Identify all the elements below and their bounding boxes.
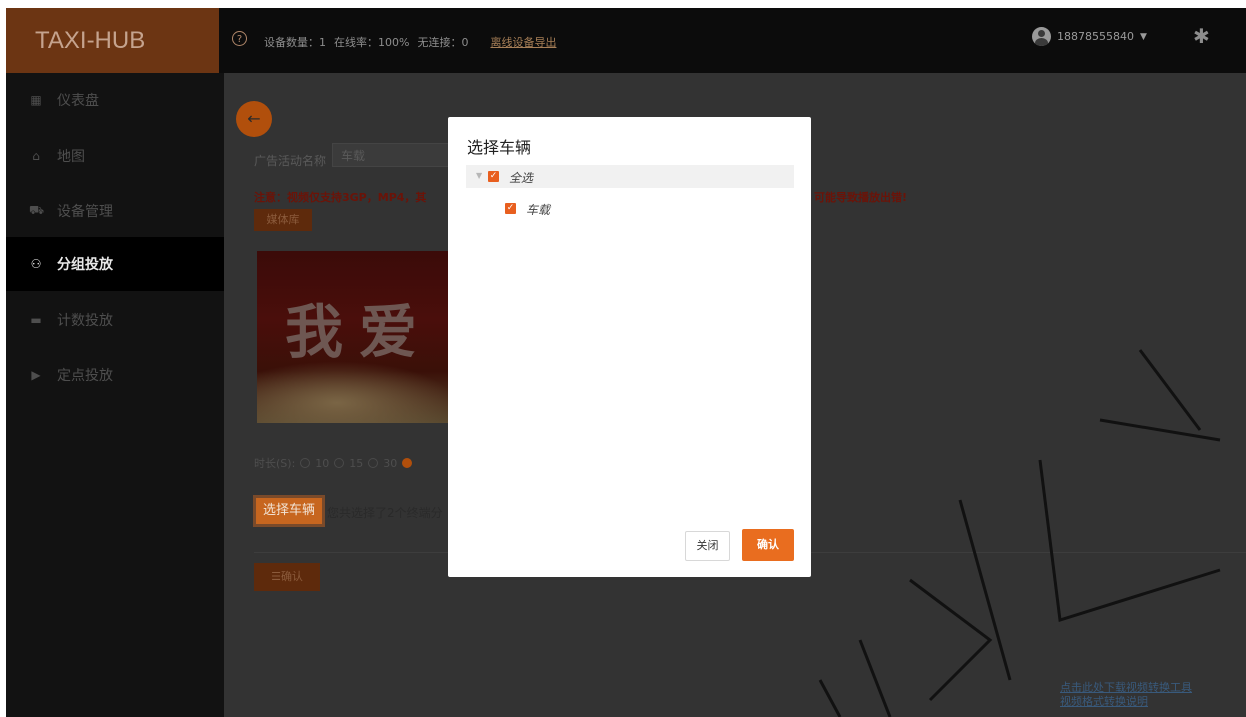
gear-icon[interactable]: ✱: [1193, 24, 1210, 48]
main-confirm-button[interactable]: ☰确认: [254, 563, 320, 591]
online-rate: 在线率：100%: [334, 36, 410, 49]
preview-decoration: [257, 361, 457, 423]
dashboard-icon: ▦: [30, 93, 42, 107]
selected-info: 您共选择了2个终端分: [327, 506, 443, 520]
select-all-label[interactable]: 全选: [509, 169, 533, 186]
duration-option-label: 15: [349, 456, 364, 470]
sidebar-item-fixed-point[interactable]: ▶ 定点投放: [6, 348, 224, 402]
format-notice: 注意：视频仅支持3GP，MP4，其: [254, 191, 427, 204]
sidebar-item-group-delivery[interactable]: ⚇ 分组投放: [6, 237, 224, 291]
duration-label: 时长(S):: [254, 457, 296, 470]
campaign-name-input[interactable]: 车载: [332, 143, 462, 167]
user-avatar-icon: [1032, 27, 1051, 46]
main-confirm-label: 确认: [280, 570, 303, 583]
format-notice-end: 可能导致播放出错!: [814, 191, 908, 204]
duration-radio-15[interactable]: [334, 458, 345, 468]
vehicle-group-label[interactable]: 车载: [526, 201, 550, 218]
group-icon: ⚇: [30, 257, 42, 271]
duration-options: 时长(S): 10 15 30: [254, 455, 413, 471]
sidebar-item-dashboard[interactable]: ▦ 仪表盘: [6, 73, 224, 127]
tree-collapse-icon[interactable]: ▼: [476, 171, 482, 180]
select-vehicle-button[interactable]: 选择车辆: [253, 495, 325, 527]
download-links: 点击此处下载视频转换工具 视频格式转换说明: [1060, 681, 1192, 709]
device-status: 设备数量：1 在线率：100% 无连接：0 离线设备导出: [264, 34, 556, 50]
video-preview: 我爱: [257, 251, 457, 423]
duration-radio-10[interactable]: [300, 458, 311, 468]
download-tool-link[interactable]: 点击此处下载视频转换工具: [1060, 681, 1192, 695]
no-connection-count: 无连接：0: [417, 36, 469, 49]
count-icon: ▬: [30, 313, 42, 327]
duration-option-label: 10: [315, 456, 330, 470]
campaign-name-label: 广告活动名称: [254, 154, 327, 168]
tree-root-row[interactable]: ▼ ✓ 全选: [466, 165, 794, 188]
format-guide-link[interactable]: 视频格式转换说明: [1060, 695, 1192, 709]
modal-confirm-button[interactable]: 确认: [742, 529, 794, 561]
user-menu[interactable]: 18878555840 ▼: [1032, 27, 1147, 46]
play-icon: ▶: [31, 368, 41, 382]
sidebar-item-label: 计数投放: [57, 313, 113, 329]
map-icon: ⌂: [32, 149, 40, 163]
app-logo[interactable]: TAXI-HUB: [6, 8, 219, 73]
sidebar-item-label: 地图: [57, 149, 85, 165]
sidebar-item-count-delivery[interactable]: ▬ 计数投放: [6, 293, 224, 347]
select-vehicle-modal: 选择车辆 ▼ ✓ 全选 ✓ 车载 关闭 确认: [448, 117, 811, 577]
sidebar-item-map[interactable]: ⌂ 地图: [6, 129, 224, 183]
user-phone: 18878555840: [1057, 30, 1134, 43]
sidebar-item-label: 分组投放: [57, 257, 113, 273]
media-library-button[interactable]: 媒体库: [254, 209, 312, 231]
export-offline-link[interactable]: 离线设备导出: [490, 34, 556, 50]
device-count: 设备数量：1: [264, 36, 326, 49]
sidebar-item-label: 设备管理: [57, 204, 113, 220]
chevron-down-icon: ▼: [1139, 31, 1147, 42]
duration-radio-30[interactable]: [368, 458, 379, 468]
modal-title: 选择车辆: [467, 138, 532, 157]
sidebar-item-devices[interactable]: ⛟ 设备管理: [6, 184, 224, 238]
vehicle-group-checkbox[interactable]: ✓: [505, 203, 516, 214]
preview-text: 我爱: [285, 298, 434, 366]
back-button[interactable]: ←: [236, 101, 272, 137]
modal-close-button[interactable]: 关闭: [685, 531, 730, 561]
sidebar: ▦ 仪表盘 ⌂ 地图 ⛟ 设备管理 ⚇ 分组投放 ▬ 计数投放 ▶ 定点投放: [6, 73, 224, 717]
help-icon[interactable]: ?: [232, 31, 247, 46]
sidebar-item-label: 定点投放: [57, 368, 113, 384]
select-all-checkbox[interactable]: ✓: [488, 171, 499, 182]
duration-radio-selected[interactable]: [402, 458, 413, 468]
car-icon: ⛟: [29, 203, 45, 217]
top-bar: TAXI-HUB ? 设备数量：1 在线率：100% 无连接：0 离线设备导出 …: [6, 8, 1246, 73]
arrow-left-icon: ←: [247, 109, 261, 128]
duration-option-label: 30: [383, 456, 398, 470]
sidebar-item-label: 仪表盘: [57, 93, 99, 109]
